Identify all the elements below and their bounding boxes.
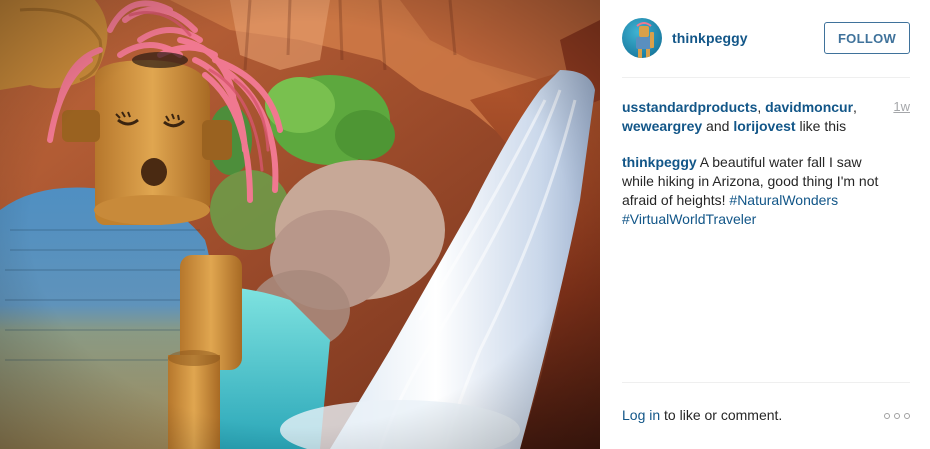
more-options-icon[interactable] [884,410,910,422]
likes-separator: , [757,99,766,115]
login-link[interactable]: Log in [622,407,660,423]
liker-link[interactable]: lorijovest [733,118,795,134]
avatar[interactable] [622,18,662,58]
login-prompt-text: to like or comment. [660,407,783,423]
liker-link[interactable]: davidmoncur [765,99,853,115]
more-dot [904,413,910,419]
liker-link[interactable]: usstandardproducts [622,99,757,115]
hashtag-link[interactable]: #VirtualWorldTraveler [622,211,756,227]
likes-line: usstandardproducts, davidmoncur, wewearg… [622,98,884,136]
puppet-avatar-icon [636,22,654,58]
hashtag-link[interactable]: #NaturalWonders [729,192,838,208]
post-username[interactable]: thinkpeggy [672,30,748,46]
header-divider [622,77,910,78]
caption-username[interactable]: thinkpeggy [622,154,697,170]
footer-divider [622,382,910,383]
post-header: thinkpeggy FOLLOW [622,16,910,60]
likes-separator: , [853,99,857,115]
more-dot [894,413,900,419]
liker-link[interactable]: weweargrey [622,118,702,134]
likes-and-text: and [702,118,734,134]
post-caption: thinkpeggy A beautiful water fall I saw … [622,153,892,229]
waterfall-photo-illustration [0,0,600,449]
login-prompt: Log in to like or comment. [622,407,782,423]
follow-button[interactable]: FOLLOW [824,22,910,54]
post-timestamp[interactable]: 1w [893,99,910,114]
post-details-panel: thinkpeggy FOLLOW usstandardproducts, da… [600,0,930,449]
likes-suffix-text: like this [795,118,847,134]
more-dot [884,413,890,419]
post-photo[interactable] [0,0,600,449]
